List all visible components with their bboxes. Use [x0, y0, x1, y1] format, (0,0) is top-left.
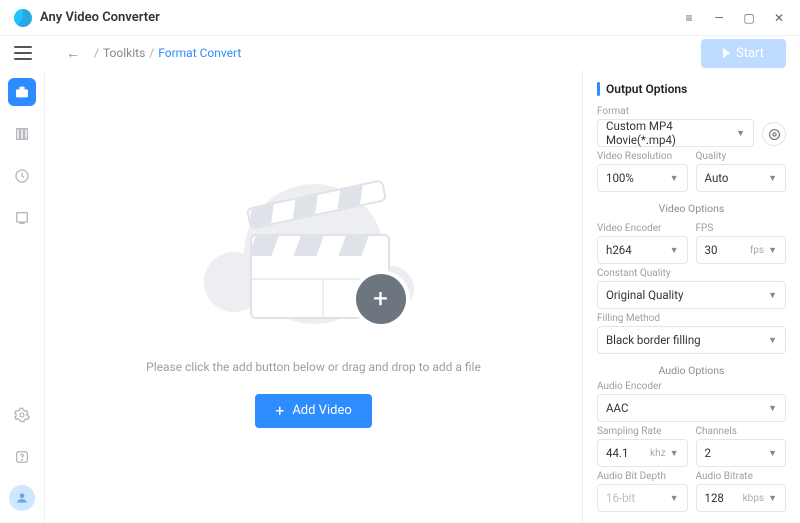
top-nav: ← / Toolkits / Format Convert Start: [0, 36, 800, 70]
breadcrumb-format-convert[interactable]: Format Convert: [158, 46, 241, 60]
sidebar-item-history[interactable]: [8, 162, 36, 190]
format-select[interactable]: Custom MP4 Movie(*.mp4) ▼: [597, 119, 754, 147]
video-res-value: 100%: [606, 171, 634, 185]
panel-title: Output Options: [606, 82, 687, 96]
abitrate-value: 128: [705, 491, 739, 505]
abitrate-select[interactable]: 128 kbps ▼: [696, 484, 787, 512]
drop-area[interactable]: + Please click the add button below or d…: [44, 70, 582, 523]
fill-label: Filling Method: [597, 313, 786, 324]
app-title: Any Video Converter: [40, 10, 160, 25]
bitdepth-value: 16-bit: [606, 491, 635, 505]
crumb-sep: /: [149, 46, 154, 60]
output-options-panel: Output Options Format Custom MP4 Movie(*…: [582, 70, 800, 523]
fps-value: 30: [705, 243, 746, 257]
back-button[interactable]: ←: [66, 45, 80, 62]
chevron-down-icon: ▼: [768, 493, 777, 504]
cq-value: Original Quality: [606, 288, 683, 302]
chevron-down-icon: ▼: [670, 493, 679, 504]
drop-hint: Please click the add button below or dra…: [146, 360, 481, 374]
add-plus-icon[interactable]: +: [356, 274, 406, 324]
sidebar-item-library[interactable]: [8, 120, 36, 148]
hamburger-icon[interactable]: [14, 46, 32, 60]
clapperboard-illustration: +: [204, 156, 424, 336]
video-enc-select[interactable]: h264 ▼: [597, 236, 688, 264]
abitrate-label: Audio Bitrate: [696, 471, 787, 482]
video-enc-value: h264: [606, 243, 632, 257]
chevron-down-icon: ▼: [670, 173, 679, 184]
app-logo-icon: [14, 9, 32, 27]
chevron-down-icon: ▼: [768, 403, 777, 414]
sidebar-item-help[interactable]: [8, 443, 36, 471]
fps-select[interactable]: 30 fps ▼: [696, 236, 787, 264]
quality-label: Quality: [696, 151, 787, 162]
video-res-select[interactable]: 100% ▼: [597, 164, 688, 192]
srate-value: 44.1: [606, 446, 646, 460]
chevron-down-icon: ▼: [768, 173, 777, 184]
bitdepth-label: Audio Bit Depth: [597, 471, 688, 482]
chevron-down-icon: ▼: [768, 245, 777, 256]
cq-label: Constant Quality: [597, 268, 786, 279]
add-video-button[interactable]: + Add Video: [255, 394, 372, 428]
srate-unit: khz: [650, 448, 666, 459]
srate-label: Sampling Rate: [597, 426, 688, 437]
start-label: Start: [736, 46, 764, 61]
channels-select[interactable]: 2 ▼: [696, 439, 787, 467]
video-enc-label: Video Encoder: [597, 223, 688, 234]
channels-label: Channels: [696, 426, 787, 437]
maximize-button[interactable]: ▢: [742, 11, 756, 25]
crumb-sep: /: [94, 46, 99, 60]
play-icon: [723, 48, 730, 58]
channels-value: 2: [705, 446, 711, 460]
sidebar-item-toolkit[interactable]: [8, 78, 36, 106]
fill-value: Black border filling: [606, 333, 701, 347]
chevron-down-icon: ▼: [736, 128, 745, 139]
srate-select[interactable]: 44.1 khz ▼: [597, 439, 688, 467]
quality-select[interactable]: Auto ▼: [696, 164, 787, 192]
plus-icon: +: [275, 403, 284, 419]
cq-select[interactable]: Original Quality ▼: [597, 281, 786, 309]
audio-options-heading: Audio Options: [597, 364, 786, 377]
sidebar-item-settings[interactable]: [8, 401, 36, 429]
audio-enc-label: Audio Encoder: [597, 381, 786, 392]
chevron-down-icon: ▼: [670, 448, 679, 459]
format-label: Format: [597, 106, 786, 117]
format-value: Custom MP4 Movie(*.mp4): [606, 119, 736, 147]
chevron-down-icon: ▼: [670, 245, 679, 256]
audio-enc-value: AAC: [606, 401, 628, 415]
user-avatar[interactable]: [9, 485, 35, 511]
fps-unit: fps: [750, 245, 764, 256]
fill-select[interactable]: Black border filling ▼: [597, 326, 786, 354]
accent-bar-icon: [597, 82, 600, 96]
title-bar: Any Video Converter ≡ — ▢ ✕: [0, 0, 800, 36]
abitrate-unit: kbps: [743, 493, 764, 504]
video-res-label: Video Resolution: [597, 151, 688, 162]
sidebar-item-output[interactable]: [8, 204, 36, 232]
audio-enc-select[interactable]: AAC ▼: [597, 394, 786, 422]
minimize-button[interactable]: —: [712, 11, 726, 25]
sidebar: [0, 70, 44, 523]
fps-label: FPS: [696, 223, 787, 234]
bitdepth-select[interactable]: 16-bit ▼: [597, 484, 688, 512]
start-button[interactable]: Start: [701, 39, 786, 68]
chevron-down-icon: ▼: [768, 290, 777, 301]
breadcrumb-toolkits[interactable]: Toolkits: [103, 46, 145, 60]
chevron-down-icon: ▼: [768, 335, 777, 346]
video-options-heading: Video Options: [597, 202, 786, 215]
add-video-label: Add Video: [292, 403, 351, 418]
menu-icon[interactable]: ≡: [682, 11, 696, 25]
quality-value: Auto: [705, 171, 729, 185]
format-settings-button[interactable]: [762, 122, 786, 146]
close-button[interactable]: ✕: [772, 11, 786, 25]
chevron-down-icon: ▼: [768, 448, 777, 459]
